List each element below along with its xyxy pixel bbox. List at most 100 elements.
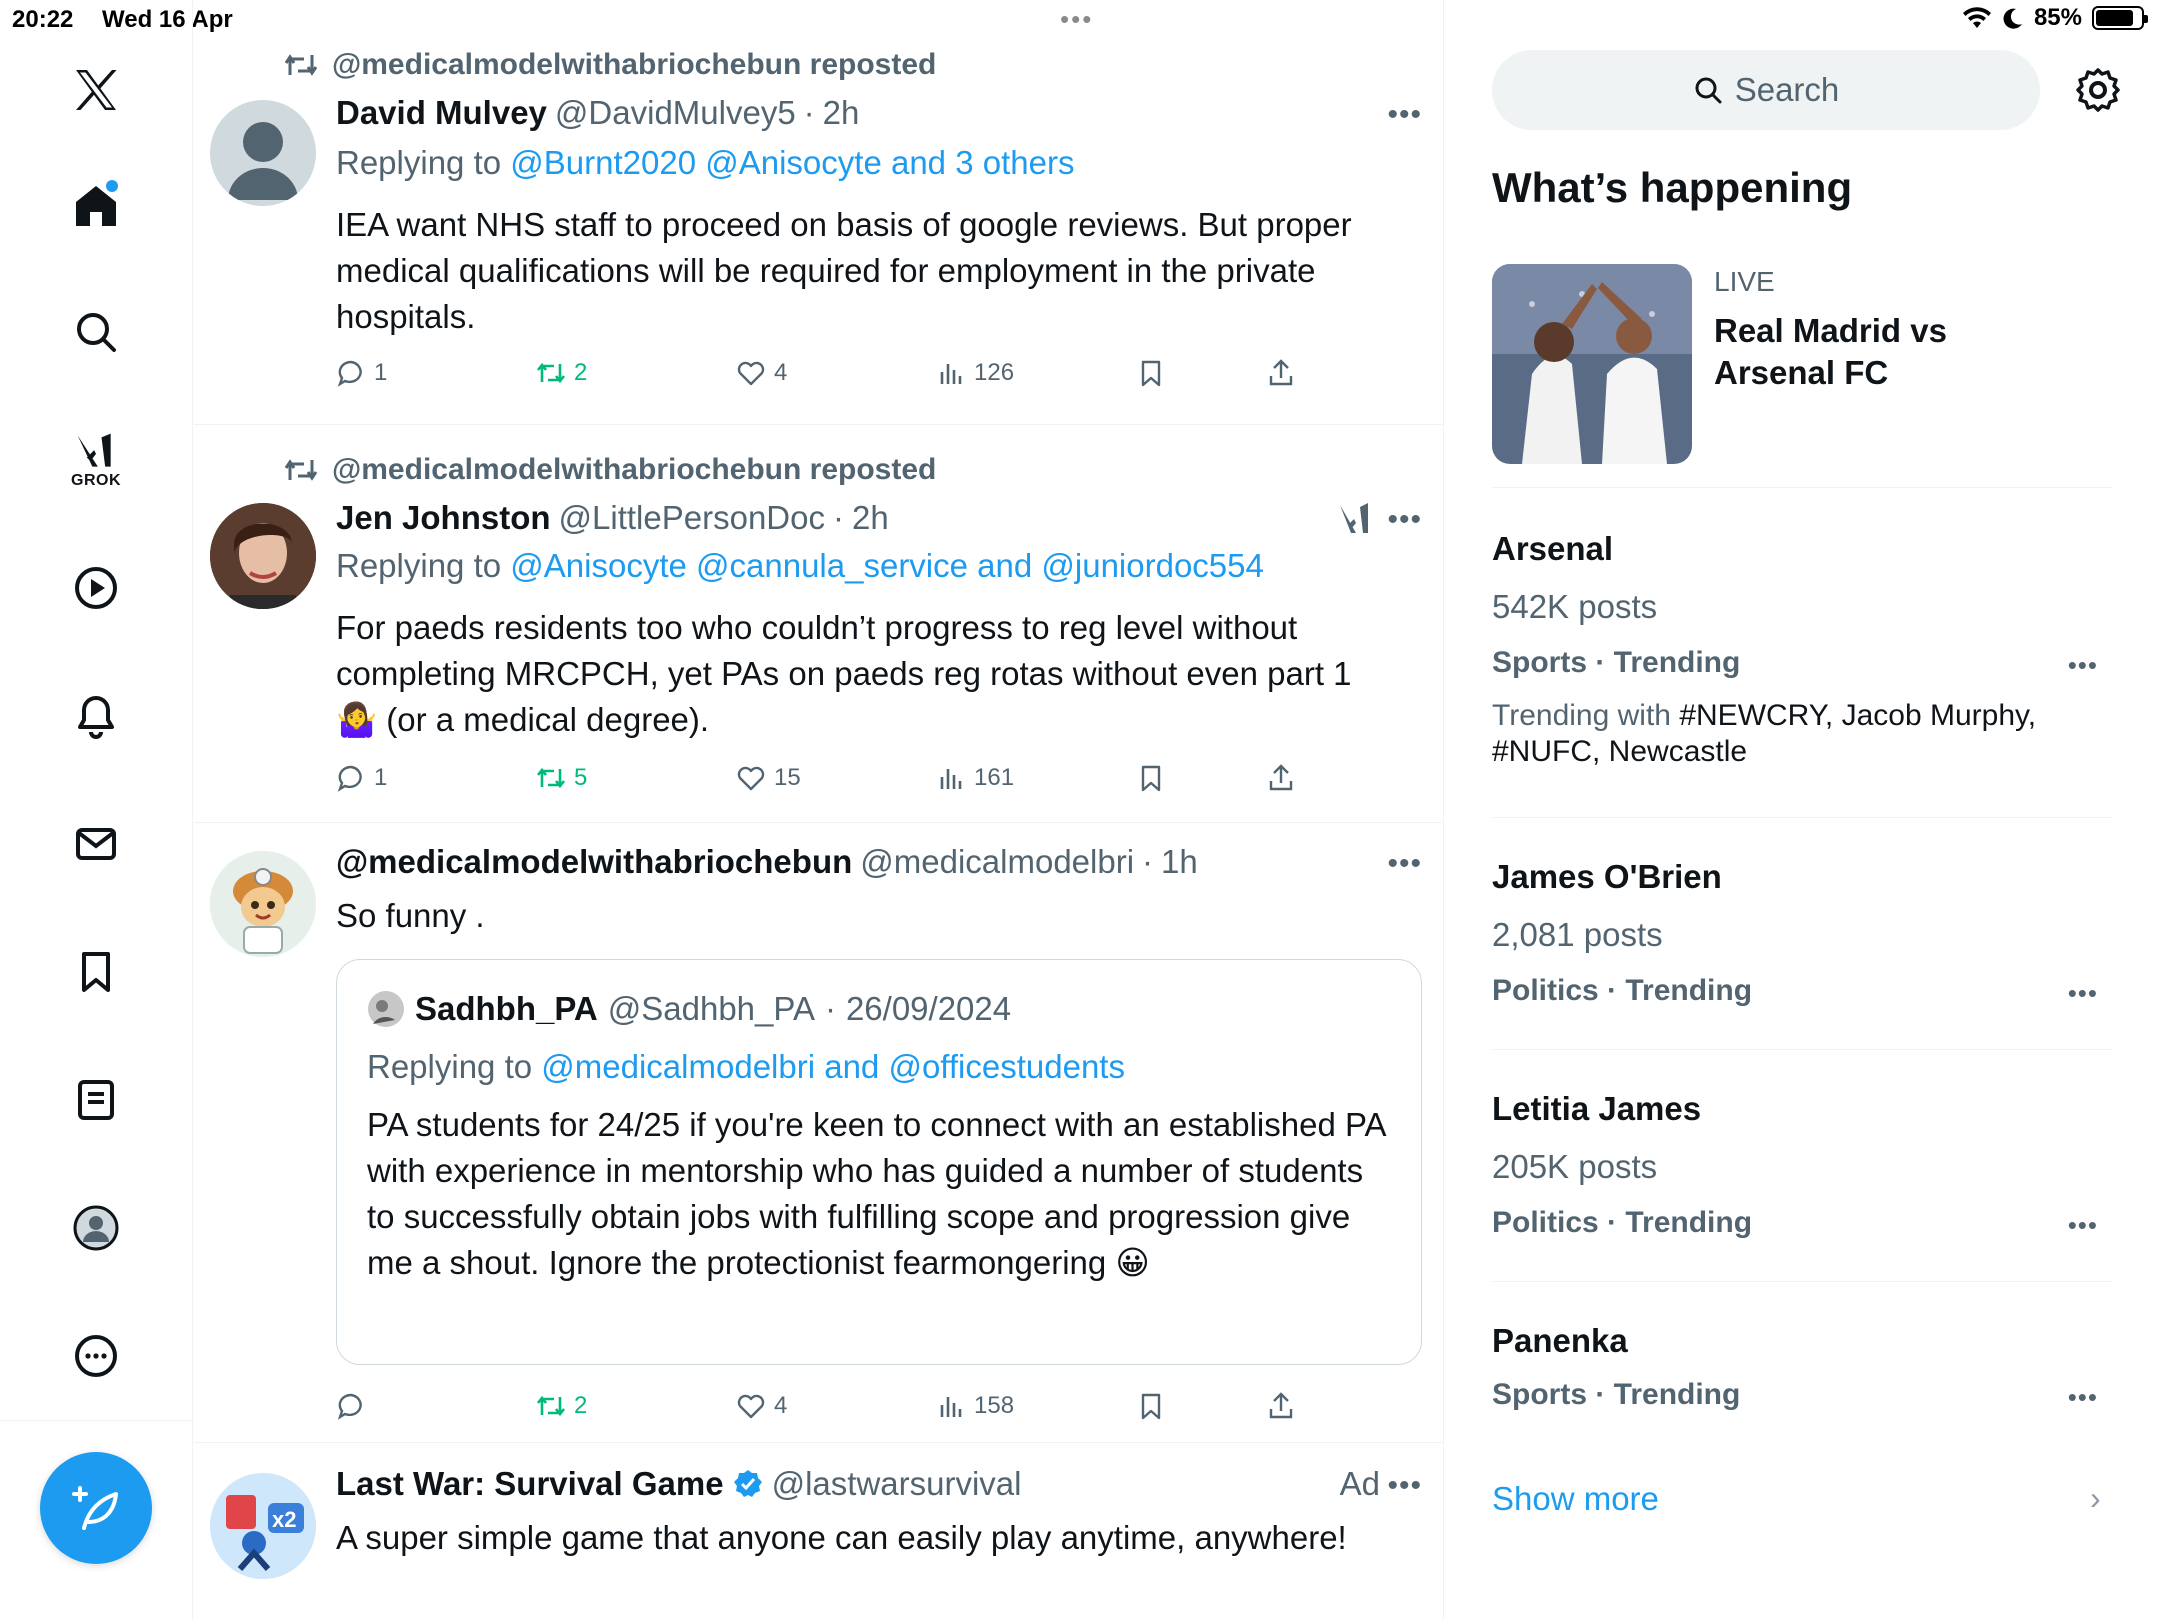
trend-more-icon[interactable]: ••• [2068,650,2098,681]
avatar[interactable] [210,503,316,609]
trend-more-icon[interactable]: ••• [2068,1382,2098,1413]
live-event-card[interactable]: LIVE Real Madrid vs Arsenal FC [1492,264,2112,488]
right-sidebar: Search What’s happening LIVE Real Madrid… [1446,0,2160,1620]
separator: · [1142,843,1154,880]
nav-grok[interactable]: GROK [56,420,136,500]
author-handle[interactable]: @LittlePersonDoc [559,499,825,537]
grok-explain-icon[interactable] [1338,501,1374,537]
live-title: Real Madrid vs Arsenal FC [1714,312,1947,391]
repost-button[interactable]: 2 [536,358,587,388]
like-count: 4 [774,359,788,386]
replying-to-links[interactable]: @Anisocyte @cannula_service and @juniord… [510,547,1264,584]
reply-button[interactable]: 1 [336,358,387,388]
trend-posts: 542K posts [1492,588,1658,625]
heart-icon [737,361,765,386]
live-event-image[interactable] [1492,264,1692,464]
share-button[interactable] [1266,358,1296,388]
trend-item[interactable]: Letitia James 205K posts Politics · Tren… [1492,1050,2112,1282]
tweet-card[interactable]: @medicalmodelwithabriochebun reposted Da… [194,40,1444,425]
avatar[interactable]: x2 [210,1473,316,1579]
verified-badge-icon [733,1470,762,1497]
repost-indicator: @medicalmodelwithabriochebun reposted [284,48,936,82]
trend-item[interactable]: Arsenal 542K posts Sports · Trending •••… [1492,490,2112,818]
quoted-tweet[interactable]: Sadhbh_PA @Sadhbh_PA · 26/09/2024 Replyi… [336,959,1422,1365]
heart-icon [737,766,765,791]
author-name[interactable]: David Mulvey [336,94,547,132]
quote-date: 26/09/2024 [845,990,1012,1027]
show-more-link[interactable]: Show more [1492,1480,1659,1518]
play-circle-icon [75,567,117,609]
nav-messages[interactable] [56,804,136,884]
author-handle[interactable]: @lastwarsurvival [772,1465,1022,1503]
replying-to-links[interactable]: @medicalmodelbri and @officestudents [541,1048,1125,1085]
tweet-card[interactable]: @medicalmodelwithabriochebun @medicalmod… [194,823,1444,1443]
more-options-icon[interactable]: ••• [1387,98,1422,132]
nav-home[interactable] [56,166,136,246]
nav-lists[interactable] [56,1060,136,1140]
views-chart-icon [940,364,962,384]
author-name[interactable]: @medicalmodelwithabriochebun [336,843,852,881]
avatar[interactable] [210,851,316,957]
views-count: 161 [974,764,1015,791]
trend-more-icon[interactable]: ••• [2068,978,2098,1009]
tweet-card[interactable]: @medicalmodelwithabriochebun reposted Je… [194,425,1444,823]
more-options-icon[interactable]: ••• [1387,1469,1422,1503]
search-input[interactable]: Search [1492,50,2040,130]
quote-author-name: Sadhbh_PA [415,990,598,1027]
author-name[interactable]: Jen Johnston [336,499,551,537]
x-logo-icon[interactable] [56,50,136,130]
timestamp[interactable]: 2h [852,499,889,537]
quote-avatar [368,991,404,1027]
tweet-actions: 1 2 4 126 [336,358,1336,398]
ad-tweet-card[interactable]: x2 Last War: Survival Game @lastwarsurvi… [194,1443,1444,1620]
bookmark-button[interactable] [1136,1391,1166,1421]
author-handle[interactable]: @medicalmodelbri [860,843,1134,881]
compose-post-button[interactable] [40,1452,152,1564]
like-button[interactable]: 15 [736,763,801,793]
nav-more[interactable] [56,1316,136,1396]
reply-button[interactable] [336,1391,374,1421]
more-options-icon[interactable]: ••• [1387,847,1422,881]
views-button[interactable]: 161 [936,763,1014,793]
replying-to-links[interactable]: @Burnt2020 @Anisocyte and 3 others [510,144,1074,181]
trend-item[interactable]: Panenka Sports · Trending ••• [1492,1282,2112,1442]
views-button[interactable]: 158 [936,1391,1014,1421]
avatar[interactable] [210,100,316,206]
repost-button[interactable]: 5 [536,763,587,793]
views-count: 126 [974,359,1015,386]
author-handle[interactable]: @DavidMulvey5 [555,94,796,132]
bookmark-button[interactable] [1136,763,1166,793]
quote-text: PA students for 24/25 if you're keen to … [367,1106,1385,1281]
nav-profile[interactable] [56,1188,136,1268]
repost-button[interactable]: 2 [536,1391,587,1421]
trend-more-icon[interactable]: ••• [2068,1210,2098,1241]
author-name[interactable]: Last War: Survival Game [336,1465,724,1503]
nav-search[interactable] [56,292,136,372]
nav-video[interactable] [56,548,136,628]
trend-item[interactable]: James O'Brien 2,081 posts Politics · Tre… [1492,818,2112,1050]
live-label: LIVE [1714,266,1775,297]
repost-count: 5 [574,764,588,791]
reply-button[interactable]: 1 [336,763,387,793]
nav-bookmarks[interactable] [56,932,136,1012]
trend-name: James O'Brien [1492,858,1722,895]
chevron-right-icon[interactable]: › [2090,1480,2101,1517]
timestamp[interactable]: 1h [1161,843,1198,881]
reply-icon [337,765,362,792]
share-button[interactable] [1266,1391,1296,1421]
bookmark-button[interactable] [1136,358,1166,388]
like-button[interactable]: 4 [736,1391,787,1421]
tweet-text: So funny . [336,897,485,934]
nav-notifications[interactable] [56,676,136,756]
trend-name: Panenka [1492,1322,1628,1359]
timestamp[interactable]: 2h [823,94,860,132]
settings-gear-icon[interactable] [2074,66,2122,114]
views-button[interactable]: 126 [936,358,1014,388]
envelope-icon [76,828,116,860]
more-options-icon[interactable]: ••• [1387,503,1422,537]
share-button[interactable] [1266,763,1296,793]
like-button[interactable]: 4 [736,358,787,388]
views-chart-icon [940,769,962,789]
reply-icon [337,1393,362,1420]
feather-plus-icon [72,1486,118,1530]
